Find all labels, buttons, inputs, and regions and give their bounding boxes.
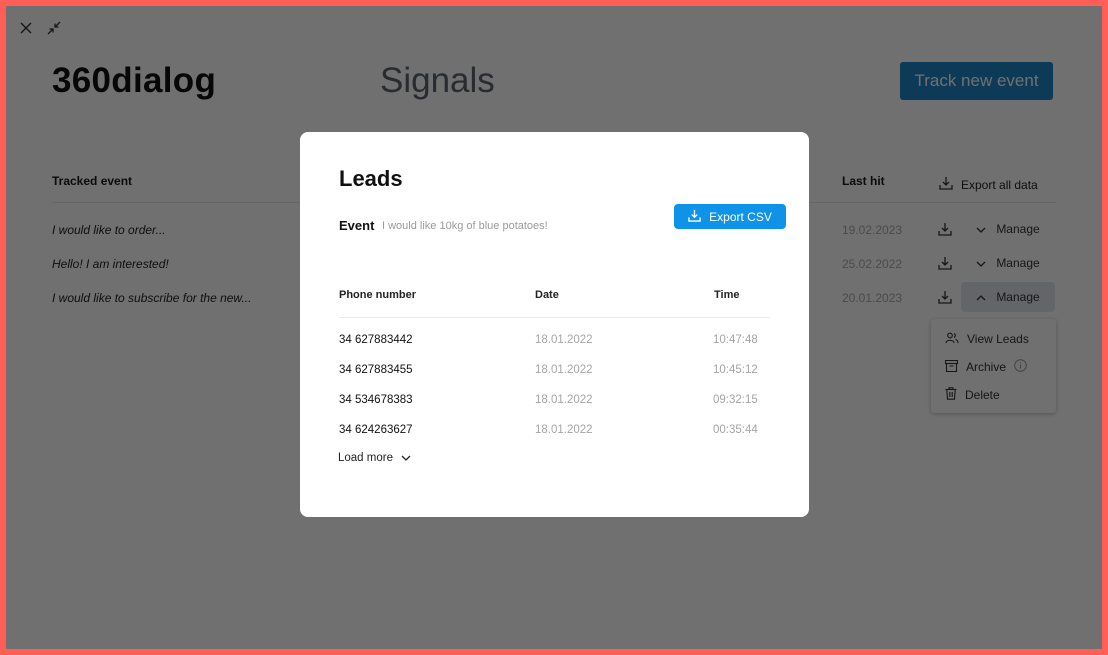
table-header-divider — [339, 317, 770, 318]
lead-phone: 34 624263627 — [339, 424, 413, 436]
event-text: I would like 10kg of blue potatoes! — [382, 220, 548, 232]
download-icon — [688, 209, 701, 225]
column-header-time: Time — [714, 289, 740, 301]
export-csv-button[interactable]: Export CSV — [674, 204, 786, 229]
lead-time: 10:47:48 — [713, 334, 758, 346]
load-more-label: Load more — [338, 452, 393, 464]
leads-modal: Leads Event I would like 10kg of blue po… — [300, 132, 809, 517]
chevron-down-icon — [401, 452, 411, 464]
export-csv-label: Export CSV — [709, 209, 772, 224]
lead-phone: 34 627883442 — [339, 334, 413, 346]
lead-phone: 34 534678383 — [339, 394, 413, 406]
lead-date: 18.01.2022 — [535, 364, 593, 376]
app-window: 360dialog Signals Track new event Tracke… — [6, 6, 1102, 649]
lead-time: 00:35:44 — [713, 424, 758, 436]
modal-title: Leads — [339, 166, 403, 191]
column-header-date: Date — [535, 289, 559, 301]
lead-time: 10:45:12 — [713, 364, 758, 376]
lead-date: 18.01.2022 — [535, 424, 593, 436]
lead-time: 09:32:15 — [713, 394, 758, 406]
lead-phone: 34 627883455 — [339, 364, 413, 376]
column-header-phone: Phone number — [339, 289, 417, 301]
load-more-button[interactable]: Load more — [338, 452, 411, 464]
lead-date: 18.01.2022 — [535, 334, 593, 346]
lead-date: 18.01.2022 — [535, 394, 593, 406]
event-label: Event — [339, 218, 375, 233]
